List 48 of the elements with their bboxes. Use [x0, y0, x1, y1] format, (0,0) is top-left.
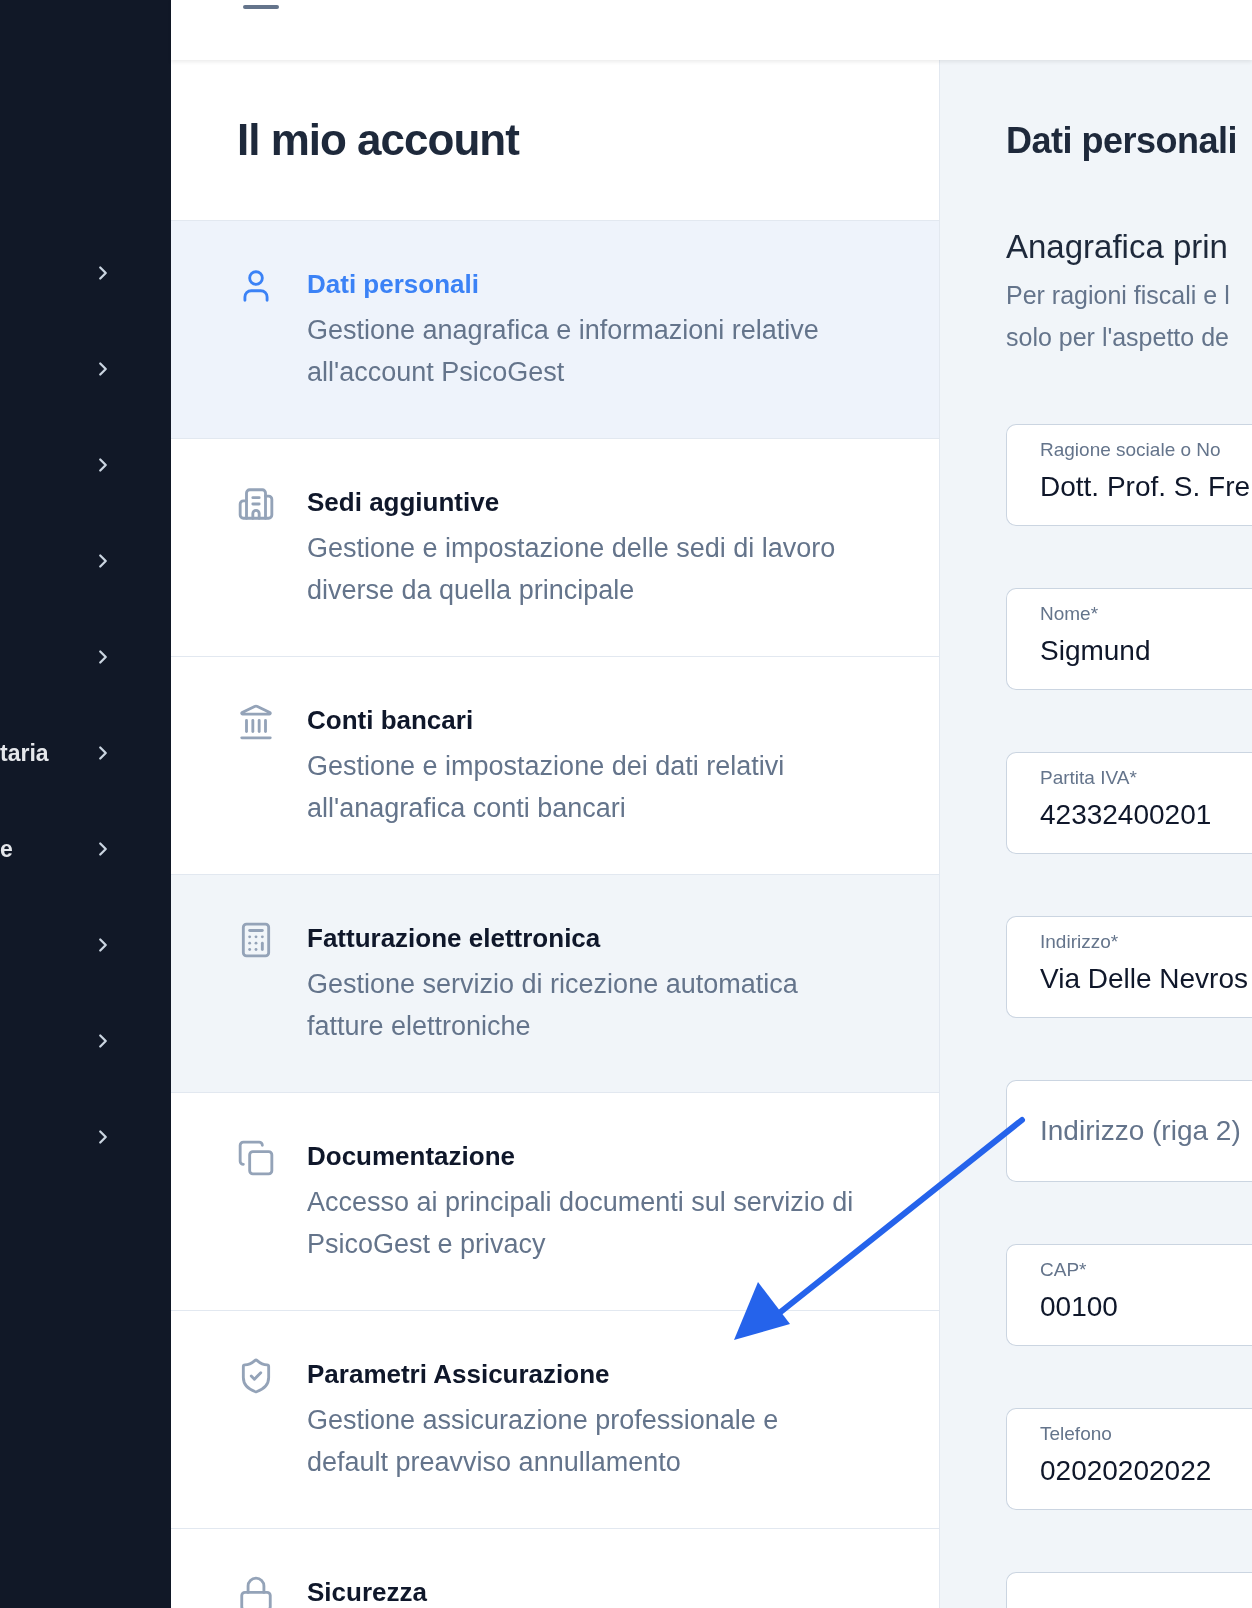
subsection-title: Anagrafica prin: [1006, 228, 1229, 266]
section-title: Dati personali: [1006, 120, 1239, 162]
menu-item[interactable]: Fatturazione elettronica Gestione servizio di ricezione automatica fatture elettroniche: [171, 874, 939, 1092]
field-label: Partita IVA*: [1040, 766, 1138, 790]
input-field[interactable]: CAP* 00100: [1006, 1244, 1252, 1346]
building-icon: [237, 485, 275, 523]
description-text: Per ragioni fiscali e l: [1006, 280, 1231, 311]
field-value: Sigmund: [1040, 634, 1152, 668]
input-field[interactable]: Ragione sociale o No Dott. Prof. S. Fre: [1006, 424, 1252, 526]
menu-item[interactable]: Sicurezza: [171, 1528, 939, 1608]
copy-icon: [237, 1139, 275, 1177]
field-value: Via Delle Nevros: [1040, 962, 1250, 996]
bank-icon: [237, 703, 275, 741]
field-value: Dott. Prof. S. Fre: [1040, 470, 1252, 504]
sidebar-item[interactable]: e: [0, 835, 50, 863]
menu-item-title: Conti bancari: [307, 704, 475, 737]
input-field[interactable]: Partita IVA* 42332400201: [1006, 752, 1252, 854]
input-field[interactable]: Indirizzo (riga 2): [1006, 1080, 1252, 1182]
field-label: Nome*: [1040, 602, 1100, 626]
menu-item-title: Documentazione: [307, 1140, 517, 1173]
field-label: Ragione sociale o No: [1040, 438, 1222, 462]
lock-icon: [237, 1575, 275, 1608]
menu-item-description: Gestione e impostazione dei dati relativi all'anagrafica conti bancari: [307, 750, 786, 825]
input-field[interactable]: Indirizzo* Via Delle Nevros: [1006, 916, 1252, 1018]
menu-item-description: Gestione servizio di ricezione automatica fatture elettroniche: [307, 968, 799, 1043]
menu-item-description: Gestione assicurazione professionale e default preavviso annullamento: [307, 1404, 780, 1479]
description-text: solo per l'aspetto de: [1006, 322, 1230, 353]
menu-item-description: Accesso ai principali documenti sul servizio di PsicoGest e privacy: [307, 1186, 855, 1261]
input-field[interactable]: Nome* Sigmund: [1006, 588, 1252, 690]
menu-item-title: Sicurezza: [307, 1576, 427, 1608]
field-label: Telefono: [1040, 1422, 1113, 1446]
sidebar-item[interactable]: taria: [0, 739, 50, 767]
menu-item-title: Fatturazione elettronica: [307, 922, 602, 955]
field-value: 02020202022: [1040, 1454, 1213, 1488]
field-label: CAP*: [1040, 1258, 1088, 1282]
field-label: Indirizzo*: [1040, 930, 1120, 954]
menu-item-description: Gestione e impostazione delle sedi di lavoro diverse da quella principale: [307, 532, 837, 607]
menu-item-title: Dati personali: [307, 268, 480, 301]
menu-item[interactable]: Dati personali Gestione anagrafica e informazioni relative all'account PsicoGest: [171, 220, 939, 438]
menu-icon[interactable]: [243, 5, 279, 9]
menu-item-title: Sedi aggiuntive: [307, 486, 501, 519]
field-value: 00100: [1040, 1290, 1119, 1324]
field-placeholder: Indirizzo (riga 2): [1040, 1115, 1242, 1147]
field-value: 42332400201: [1040, 798, 1213, 832]
page-title: Il mio account: [237, 115, 519, 165]
menu-item-title: Parametri Assicurazione: [307, 1358, 611, 1391]
menu-item-description: Gestione anagrafica e informazioni relative all'account PsicoGest: [307, 314, 820, 389]
input-field[interactable]: Telefono 02020202022: [1006, 1408, 1252, 1510]
